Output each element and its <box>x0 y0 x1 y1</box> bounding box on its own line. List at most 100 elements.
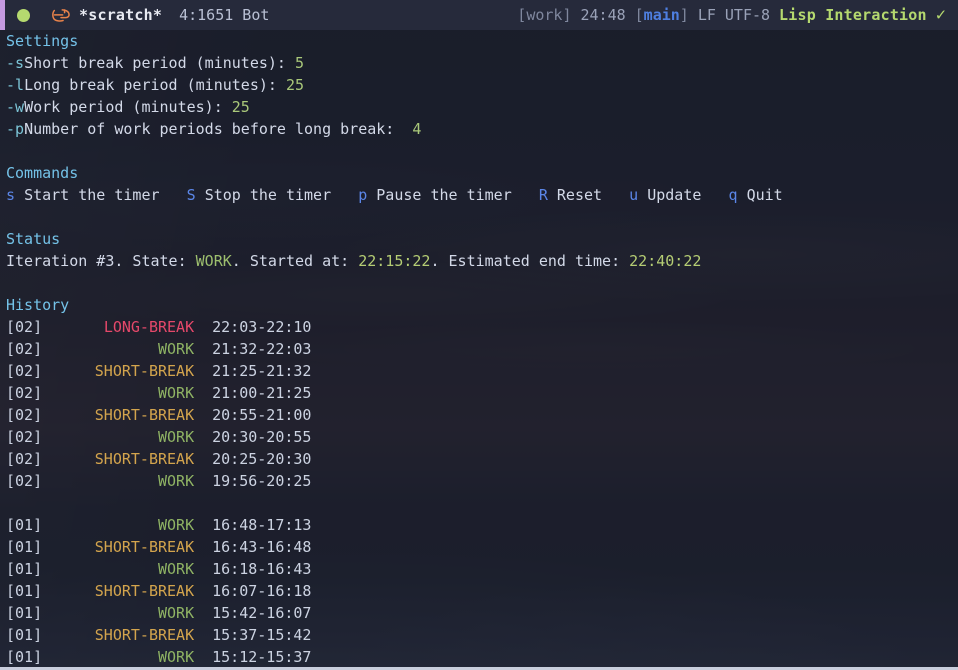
history-iteration: [02] <box>6 450 43 468</box>
command-key-start[interactable]: s <box>6 186 15 204</box>
setting-flag: -s <box>6 54 25 72</box>
command-label-start[interactable]: Start the timer <box>24 186 159 204</box>
emacs-frame: *scratch* 4:1651 Bot [work] 24:48 [main]… <box>0 0 958 670</box>
status-started-time: 22:15:22 <box>358 252 431 270</box>
branch-close-bracket: ] <box>679 6 689 24</box>
commands-heading: Commands <box>6 164 79 182</box>
setting-value: 5 <box>295 54 305 72</box>
setting-flag: -w <box>6 98 25 116</box>
history-kind: SHORT-BREAK <box>94 626 195 644</box>
history-row: [01] SHORT-BREAK 16:07-16:18 <box>6 580 958 602</box>
command-key-reset[interactable]: R <box>539 186 548 204</box>
branch-open-bracket: [ <box>634 6 644 24</box>
history-row: [02] WORK 20:30-20:55 <box>6 426 958 448</box>
history-row: [02] SHORT-BREAK 20:55-21:00 <box>6 404 958 426</box>
history-iteration: [01] <box>6 626 43 644</box>
history-row: [02] SHORT-BREAK 20:25-20:30 <box>6 448 958 470</box>
history-kind: WORK <box>158 472 195 490</box>
buffer-modified-dot-icon <box>17 8 30 22</box>
command-key-stop[interactable]: S <box>187 186 196 204</box>
command-key-quit[interactable]: q <box>729 186 738 204</box>
header-line: *scratch* 4:1651 Bot [work] 24:48 [main]… <box>0 0 958 30</box>
history-iteration: [02] <box>6 384 43 402</box>
setting-value: 25 <box>231 98 250 116</box>
setting-row[interactable]: -sShort break period (minutes): 5 <box>6 52 958 74</box>
history-row: [02] WORK 19:56-20:25 <box>6 470 958 492</box>
history-iteration: [02] <box>6 362 43 380</box>
history-kind: WORK <box>158 648 195 666</box>
header-right-group: [work] 24:48 [main] LF UTF-8 Lisp Intera… <box>508 4 946 26</box>
history-time-range: 15:42-16:07 <box>212 604 312 622</box>
setting-row[interactable]: -lLong break period (minutes): 25 <box>6 74 958 96</box>
history-time-range: 15:37-15:42 <box>212 626 312 644</box>
setting-row[interactable]: -pNumber of work periods before long bre… <box>6 118 958 140</box>
history-iteration: [02] <box>6 340 43 358</box>
history-kind: WORK <box>158 516 195 534</box>
setting-label: Work period (minutes): <box>24 98 223 116</box>
accent-bar <box>0 0 5 30</box>
setting-label: Short break period (minutes): <box>24 54 286 72</box>
history-iteration: [02] <box>6 318 43 336</box>
command-key-update[interactable]: u <box>629 186 638 204</box>
history-iteration: [01] <box>6 604 43 622</box>
status-state-badge: WORK <box>195 252 232 270</box>
commands-row: s Start the timer S Stop the timer p Pau… <box>6 184 958 206</box>
command-label-quit[interactable]: Quit <box>747 186 783 204</box>
line-ending-label[interactable]: LF <box>698 4 716 26</box>
encoding-label[interactable]: UTF-8 <box>725 4 770 26</box>
history-kind: WORK <box>158 604 195 622</box>
history-time-range: 16:18-16:43 <box>212 560 312 578</box>
history-row: [01] SHORT-BREAK 15:37-15:42 <box>6 624 958 646</box>
setting-flag: -p <box>6 120 25 138</box>
command-key-pause[interactable]: p <box>358 186 367 204</box>
history-row: [02] WORK 21:32-22:03 <box>6 338 958 360</box>
history-kind: WORK <box>158 340 195 358</box>
command-label-pause[interactable]: Pause the timer <box>376 186 511 204</box>
history-time-range: 22:03-22:10 <box>212 318 312 336</box>
status-end-text: . Estimated end time: <box>430 252 630 270</box>
status-iteration-text: Iteration #3. State: <box>6 252 196 270</box>
setting-flag: -l <box>6 76 25 94</box>
history-iteration: [01] <box>6 538 43 556</box>
status-heading: Status <box>6 230 61 248</box>
history-kind: LONG-BREAK <box>103 318 195 336</box>
emacs-logo-icon <box>52 8 70 22</box>
history-time-range: 19:56-20:25 <box>212 472 312 490</box>
clock-label: 24:48 <box>580 6 626 24</box>
history-group-spacer <box>6 492 958 514</box>
history-iteration: [02] <box>6 428 43 446</box>
setting-label: Number of work periods before long break… <box>24 120 395 138</box>
history-heading: History <box>6 296 70 314</box>
status-line: Iteration #3. State: WORK. Started at: 2… <box>6 250 958 272</box>
history-kind: SHORT-BREAK <box>94 538 195 556</box>
history-row: [02] WORK 21:00-21:25 <box>6 382 958 404</box>
history-time-range: 21:32-22:03 <box>212 340 312 358</box>
vc-branch-group[interactable]: [main] <box>635 4 689 26</box>
history-time-range: 20:55-21:00 <box>212 406 312 424</box>
history-kind: SHORT-BREAK <box>94 582 195 600</box>
buffer-position: 4:1651 Bot <box>179 6 270 24</box>
command-label-update[interactable]: Update <box>647 186 701 204</box>
vc-branch-label: main <box>643 6 680 24</box>
history-iteration: [02] <box>6 406 43 424</box>
history-row: [01] WORK 16:48-17:13 <box>6 514 958 536</box>
history-time-range: 20:25-20:30 <box>212 450 312 468</box>
history-table: [02] LONG-BREAK 22:03-22:10 [02] WORK 21:32-2… <box>6 316 958 666</box>
workspace-label[interactable]: [work] <box>517 4 571 26</box>
history-row: [01] SHORT-BREAK 16:43-16:48 <box>6 536 958 558</box>
command-label-stop[interactable]: Stop the timer <box>205 186 331 204</box>
buffer-name[interactable]: *scratch* <box>79 4 162 26</box>
setting-row[interactable]: -wWork period (minutes): 25 <box>6 96 958 118</box>
history-row: [01] WORK 15:42-16:07 <box>6 602 958 624</box>
history-row: [02] SHORT-BREAK 21:25-21:32 <box>6 360 958 382</box>
status-end-time: 22:40:22 <box>629 252 702 270</box>
command-label-reset[interactable]: Reset <box>557 186 602 204</box>
history-time-range: 21:25-21:32 <box>212 362 312 380</box>
history-kind: WORK <box>158 384 195 402</box>
major-mode-label[interactable]: Lisp Interaction <box>779 4 927 26</box>
scratch-buffer[interactable]: Settings -sShort break period (minutes):… <box>0 30 958 666</box>
history-kind: SHORT-BREAK <box>94 362 195 380</box>
